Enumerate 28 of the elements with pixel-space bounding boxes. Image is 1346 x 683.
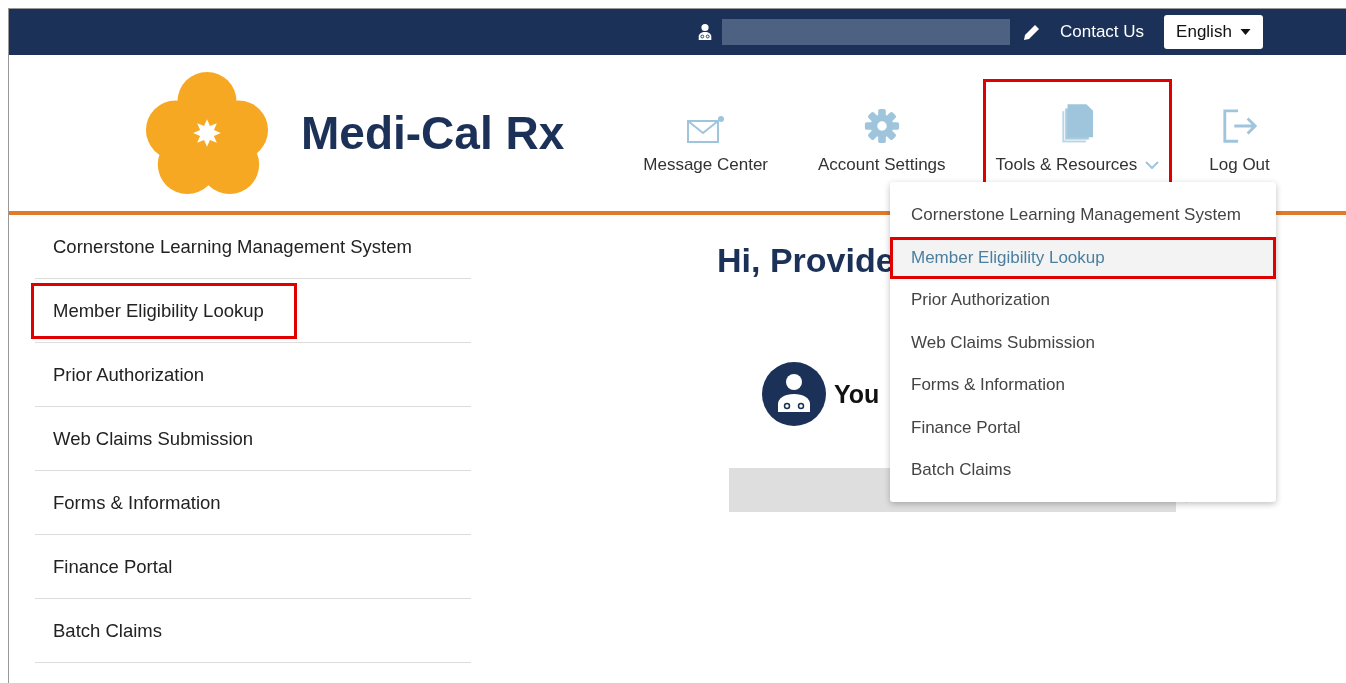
dropdown-item[interactable]: Finance Portal bbox=[890, 406, 1276, 449]
sidebar-link[interactable]: Prior Authorization bbox=[35, 343, 471, 407]
contact-us-link[interactable]: Contact Us bbox=[1060, 22, 1145, 42]
envelope-icon bbox=[685, 114, 726, 145]
language-dropdown[interactable]: English bbox=[1164, 15, 1263, 49]
dropdown-item[interactable]: Member Eligibility Lookup bbox=[890, 236, 1276, 279]
sidebar-link[interactable]: Finance Portal bbox=[35, 535, 471, 599]
dropdown-item[interactable]: Web Claims Submission bbox=[890, 321, 1276, 364]
dropdown-item[interactable]: Forms & Information bbox=[890, 364, 1276, 407]
nav-item[interactable]: Log Out bbox=[1196, 78, 1283, 188]
doctor-user-icon bbox=[696, 23, 714, 41]
edit-pencil-icon[interactable] bbox=[1022, 22, 1042, 42]
brand-title: Medi-Cal Rx bbox=[301, 106, 565, 160]
nav-item[interactable]: Message Center bbox=[630, 78, 781, 188]
logout-icon bbox=[1220, 106, 1259, 145]
dropdown-item[interactable]: Prior Authorization bbox=[890, 279, 1276, 322]
sidebar-link[interactable]: Batch Claims bbox=[35, 599, 471, 663]
caret-icon bbox=[1239, 29, 1251, 35]
chevron-down-icon bbox=[1145, 160, 1160, 169]
gear-icon bbox=[862, 106, 901, 145]
dropdown-item[interactable]: Cornerstone Learning Management System bbox=[890, 194, 1276, 237]
sidebar-link[interactable]: Forms & Information bbox=[35, 471, 471, 535]
dropdown-item[interactable]: Batch Claims bbox=[890, 449, 1276, 492]
documents-icon bbox=[1060, 102, 1095, 145]
role-text: You bbox=[834, 379, 880, 409]
sidebar-link[interactable]: Cornerstone Learning Management System bbox=[35, 215, 471, 279]
doctor-avatar-icon bbox=[762, 362, 826, 426]
sidebar-link[interactable]: Web Claims Submission bbox=[35, 407, 471, 471]
